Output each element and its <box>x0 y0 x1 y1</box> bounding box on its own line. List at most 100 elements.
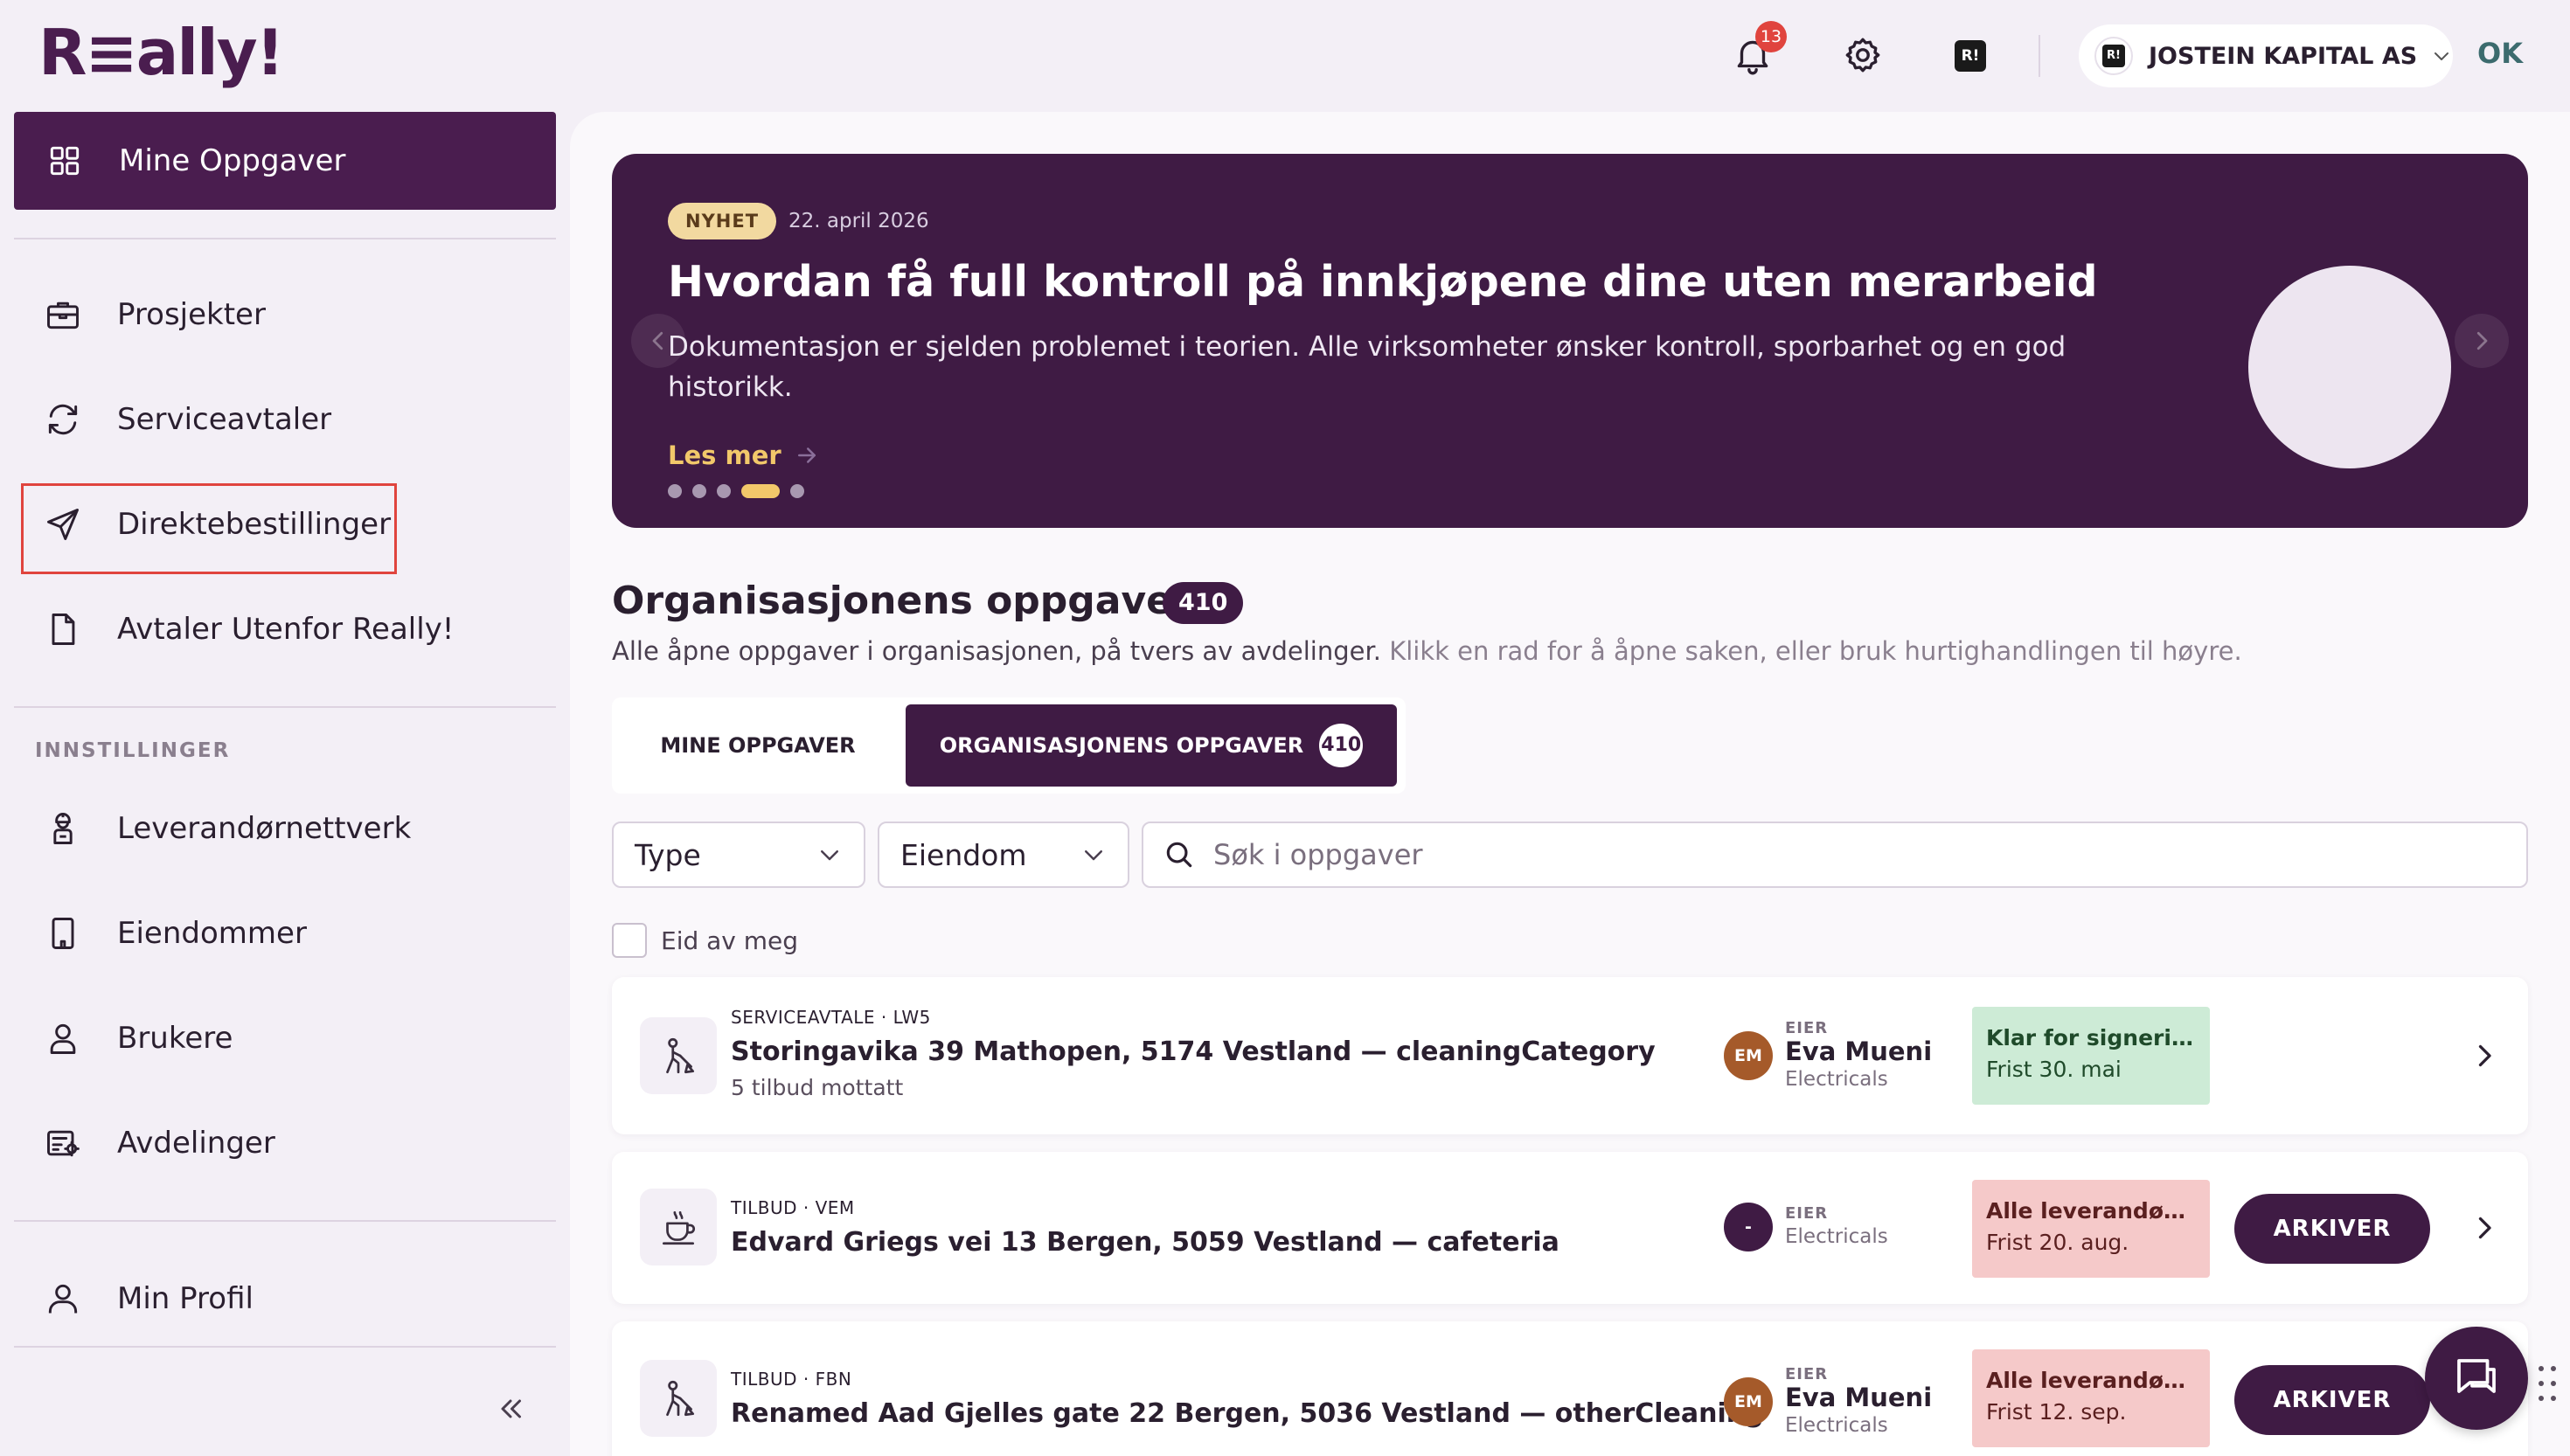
chevron-right-icon[interactable] <box>2469 1040 2500 1071</box>
owner-name: Eva Mueni <box>1785 1037 1933 1066</box>
coffee-cup-icon <box>640 1189 717 1265</box>
sidebar-item-label: Prosjekter <box>117 297 266 332</box>
sidebar-item-label: Leverandørnettverk <box>117 811 412 846</box>
owner-avatar: EM <box>1724 1031 1773 1080</box>
task-kicker: TILBUD · VEM <box>731 1197 855 1218</box>
status-title: Alle leverandører … <box>1986 1198 2196 1224</box>
type-filter-select[interactable]: Type <box>612 822 865 888</box>
task-search[interactable] <box>1142 822 2528 888</box>
collapse-sidebar-icon[interactable] <box>495 1393 526 1425</box>
task-kicker: TILBUD · FBN <box>731 1369 852 1390</box>
settings-gear-icon[interactable] <box>1841 33 1885 77</box>
owner-department: Electricals <box>1785 1225 1888 1248</box>
sidebar-item-label: Eiendommer <box>117 916 307 951</box>
property-filter-select[interactable]: Eiendom <box>878 822 1129 888</box>
owner-avatar: EM <box>1724 1377 1773 1426</box>
table-row[interactable]: TILBUD · VEM Edvard Griegs vei 13 Bergen… <box>612 1152 2528 1304</box>
chat-button[interactable] <box>2425 1327 2528 1430</box>
owner-avatar: - <box>1724 1203 1773 1251</box>
status-badge: Alle leverandører … Frist 20. aug. <box>1972 1180 2210 1278</box>
sidebar-item-label: Serviceavtaler <box>117 402 332 437</box>
building-icon <box>44 914 82 953</box>
page-description: Alle åpne oppgaver i organisasjonen, på … <box>612 636 2242 666</box>
sidebar-item-label: Brukere <box>117 1021 233 1056</box>
description-text: Alle åpne oppgaver i organisasjonen, på … <box>612 636 1381 666</box>
tab-count-badge: 410 <box>1319 724 1364 767</box>
search-icon <box>1166 842 1192 868</box>
chevron-right-icon[interactable] <box>2469 1212 2500 1244</box>
briefcase-icon <box>44 295 82 334</box>
department-icon <box>44 1124 82 1162</box>
table-row[interactable]: TILBUD · FBN Renamed Aad Gjelles gate 22… <box>612 1321 2528 1456</box>
sidebar-item-serviceavtaler[interactable]: Serviceavtaler <box>14 376 556 463</box>
owner-label: EIER <box>1785 1019 1829 1037</box>
sidebar-divider <box>14 706 556 708</box>
carousel-dot[interactable] <box>790 484 804 498</box>
document-icon <box>44 610 82 648</box>
status-badge: Alle leverandører … Frist 12. sep. <box>1972 1349 2210 1447</box>
carousel-dot[interactable] <box>741 484 780 498</box>
archive-button[interactable]: ARKIVER <box>2234 1194 2430 1264</box>
news-title: Hvordan få full kontroll på innkjøpene d… <box>668 257 2098 307</box>
user-avatar[interactable]: OK <box>2477 37 2523 70</box>
carousel-dot[interactable] <box>692 484 706 498</box>
tab-mine-oppgaver[interactable]: MINE OPPGAVER <box>619 704 897 787</box>
chevron-right-icon <box>2476 331 2488 350</box>
chevron-down-icon <box>821 850 838 861</box>
owner-label: EIER <box>1785 1204 1829 1223</box>
cleaning-icon <box>640 1360 717 1437</box>
sidebar-divider <box>14 1346 556 1348</box>
chevron-down-icon <box>2431 45 2452 66</box>
really-app-icon[interactable]: R! <box>1955 40 1986 72</box>
sidebar-item-label: Min Profil <box>117 1281 254 1316</box>
sidebar-item-brukere[interactable]: Brukere <box>14 995 556 1082</box>
sidebar-item-leverandornettverk[interactable]: Leverandørnettverk <box>14 785 556 872</box>
task-title: Edvard Griegs vei 13 Bergen, 5059 Vestla… <box>731 1227 1559 1258</box>
news-banner[interactable]: NYHET 22. april 2026 Hvordan få full kon… <box>612 154 2528 528</box>
tab-organisasjonens-oppgaver[interactable]: ORGANISASJONENS OPPGAVER 410 <box>906 704 1397 787</box>
drag-handle-icon[interactable] <box>2537 1363 2558 1404</box>
type-filter-value: Type <box>635 837 701 872</box>
page-title: Organisasjonens oppgaver <box>612 579 1191 623</box>
cleaning-icon <box>640 1017 717 1094</box>
sidebar-item-prosjekter[interactable]: Prosjekter <box>14 271 556 358</box>
carousel-next-button[interactable] <box>2455 314 2509 368</box>
sidebar: Mine Oppgaver Prosjekter Serviceavtaler … <box>0 112 568 1456</box>
really-logo[interactable]: R≡ally! <box>38 16 284 89</box>
owned-by-me-label: Eid av meg <box>661 926 799 955</box>
tab-label: ORGANISASJONENS OPPGAVER <box>939 733 1304 758</box>
owner-department: Electricals <box>1785 1068 1888 1091</box>
carousel-prev-button[interactable] <box>631 314 685 368</box>
user-icon <box>44 1019 82 1057</box>
sidebar-divider <box>14 238 556 239</box>
header-divider <box>2039 35 2040 77</box>
task-title: Renamed Aad Gjelles gate 22 Bergen, 5036… <box>731 1398 1764 1429</box>
sidebar-section-heading: INNSTILLINGER <box>35 739 231 762</box>
carousel-dot[interactable] <box>717 484 731 498</box>
tab-label: MINE OPPGAVER <box>660 733 856 758</box>
sidebar-item-eiendommer[interactable]: Eiendommer <box>14 890 556 977</box>
owned-by-me-filter[interactable]: Eid av meg <box>612 923 798 958</box>
company-selector[interactable]: R! JOSTEIN KAPITAL AS <box>2079 24 2453 87</box>
owned-by-me-checkbox[interactable] <box>612 923 647 958</box>
sidebar-item-label: Mine Oppgaver <box>119 143 346 178</box>
status-title: Klar for signering <box>1986 1025 2196 1050</box>
sidebar-item-mine-oppgaver[interactable]: Mine Oppgaver <box>14 112 556 210</box>
description-hint: Klikk en rad for å åpne saken, eller bru… <box>1389 636 2242 666</box>
table-row[interactable]: SERVICEAVTALE · LW5 Storingavika 39 Math… <box>612 977 2528 1134</box>
archive-button[interactable]: ARKIVER <box>2234 1365 2430 1435</box>
sidebar-item-avdelinger[interactable]: Avdelinger <box>14 1099 556 1187</box>
sidebar-item-avtaler-utenfor[interactable]: Avtaler Utenfor Really! <box>14 586 556 673</box>
carousel-dot[interactable] <box>668 484 682 498</box>
read-more-label: Les mer <box>668 440 781 470</box>
sidebar-item-label: Avtaler Utenfor Really! <box>117 612 455 647</box>
sidebar-item-label: Avdelinger <box>117 1126 275 1161</box>
chevron-left-icon <box>652 331 663 350</box>
news-image <box>2248 266 2451 468</box>
read-more-link[interactable]: Les mer <box>668 440 820 470</box>
property-filter-value: Eiendom <box>900 837 1027 872</box>
search-input[interactable] <box>1213 838 2437 871</box>
news-text: Dokumentasjon er sjelden problemet i teo… <box>668 331 2066 403</box>
worker-icon <box>44 809 82 848</box>
sidebar-item-min-profil[interactable]: Min Profil <box>14 1255 556 1342</box>
